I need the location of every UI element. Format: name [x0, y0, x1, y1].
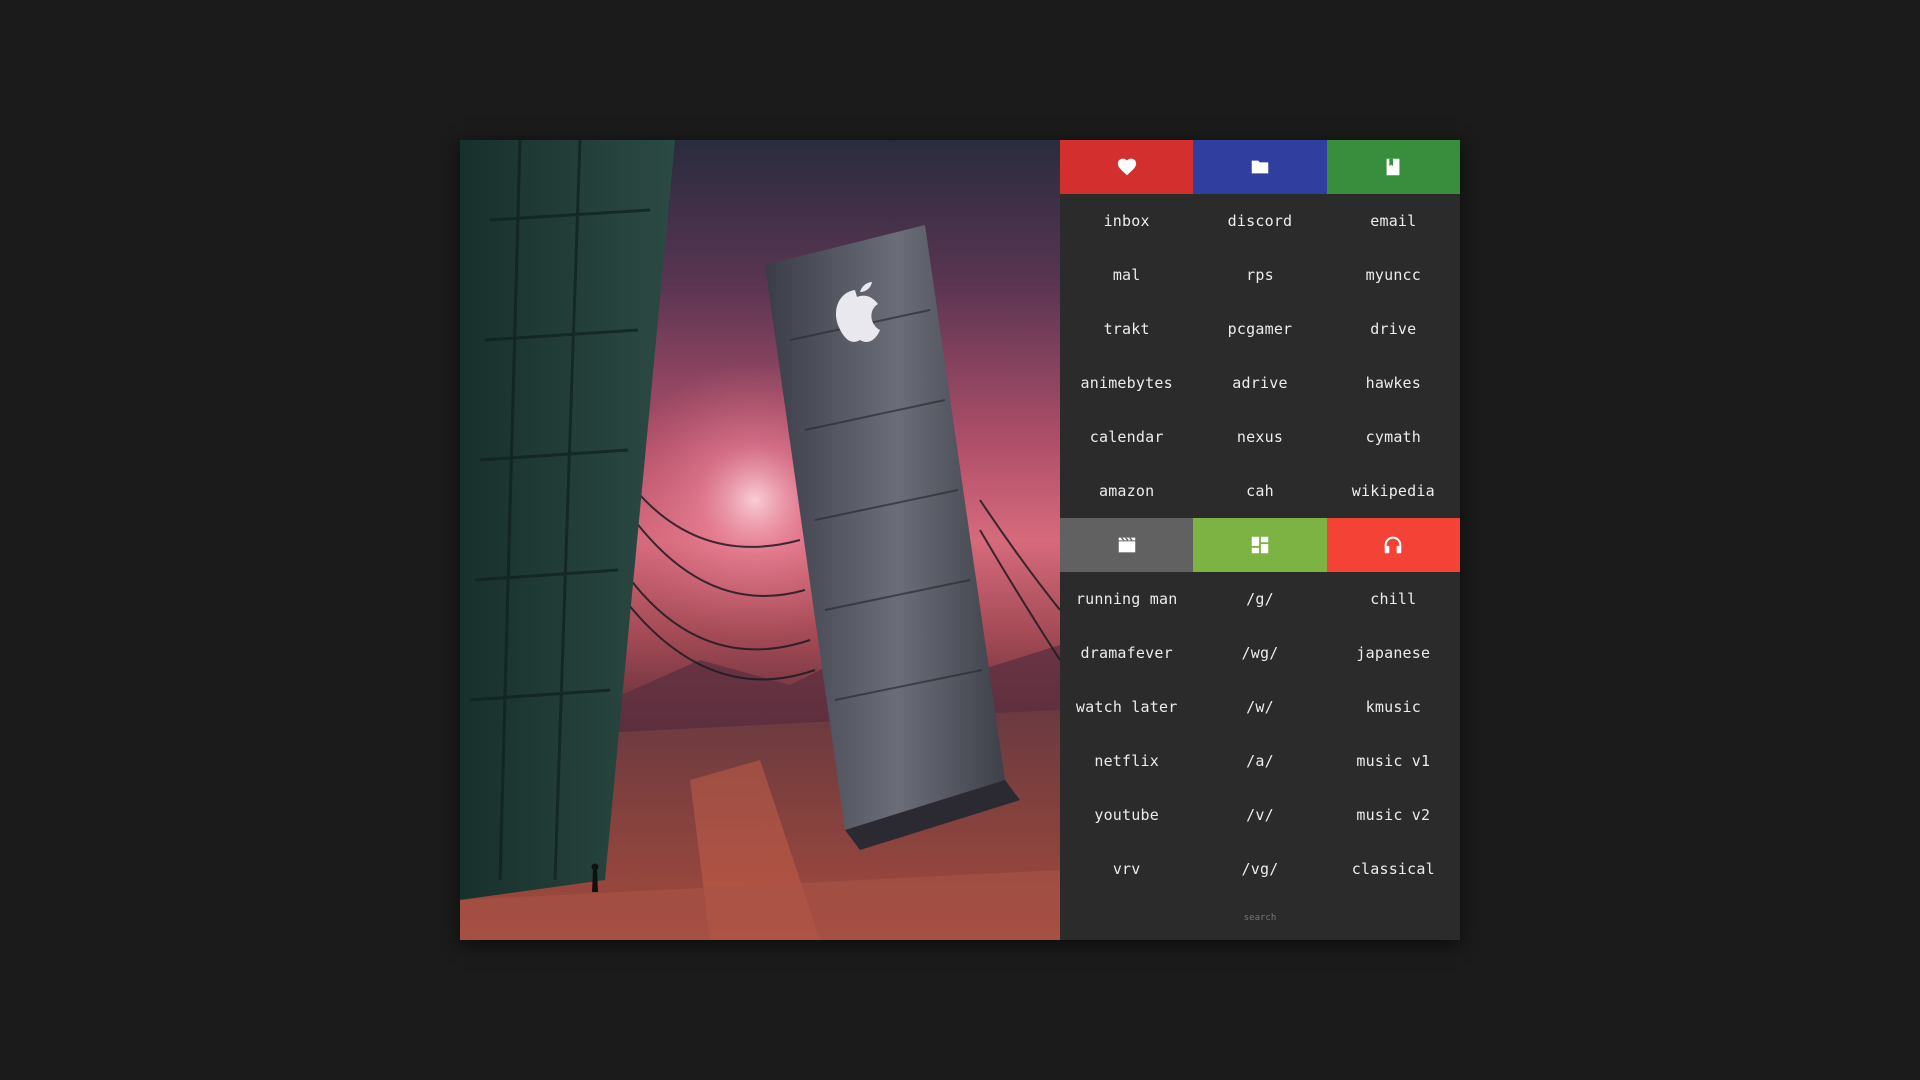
link-rps[interactable]: rps [1193, 248, 1326, 302]
wallpaper-image [460, 140, 1060, 940]
section-1-links: inbox discord email mal rps myuncc trakt… [1060, 194, 1460, 518]
link-drive[interactable]: drive [1327, 302, 1460, 356]
link-mal[interactable]: mal [1060, 248, 1193, 302]
link-inbox[interactable]: inbox [1060, 194, 1193, 248]
bookmarks-tab[interactable] [1326, 140, 1460, 194]
link-vrv[interactable]: vrv [1060, 842, 1193, 896]
link-v[interactable]: /v/ [1193, 788, 1326, 842]
link-wikipedia[interactable]: wikipedia [1327, 464, 1460, 518]
favorites-tab[interactable] [1060, 140, 1194, 194]
dashboard-icon [1251, 536, 1269, 554]
search-area [1060, 896, 1460, 940]
link-wg[interactable]: /wg/ [1193, 626, 1326, 680]
link-running-man[interactable]: running man [1060, 572, 1193, 626]
folders-tab[interactable] [1193, 140, 1327, 194]
link-netflix[interactable]: netflix [1060, 734, 1193, 788]
link-g[interactable]: /g/ [1193, 572, 1326, 626]
link-cymath[interactable]: cymath [1327, 410, 1460, 464]
link-discord[interactable]: discord [1193, 194, 1326, 248]
link-calendar[interactable]: calendar [1060, 410, 1193, 464]
link-chill[interactable]: chill [1327, 572, 1460, 626]
links-panel: inbox discord email mal rps myuncc trakt… [1060, 140, 1460, 940]
link-hawkes[interactable]: hawkes [1327, 356, 1460, 410]
section-2-links: running man /g/ chill dramafever /wg/ ja… [1060, 572, 1460, 896]
link-animebytes[interactable]: animebytes [1060, 356, 1193, 410]
folder-icon [1251, 160, 1269, 174]
wallpaper-illustration [460, 140, 1060, 940]
link-youtube[interactable]: youtube [1060, 788, 1193, 842]
section-2-header [1060, 518, 1460, 572]
link-dramafever[interactable]: dramafever [1060, 626, 1193, 680]
link-watch-later[interactable]: watch later [1060, 680, 1193, 734]
link-myuncc[interactable]: myuncc [1327, 248, 1460, 302]
link-amazon[interactable]: amazon [1060, 464, 1193, 518]
link-music-v2[interactable]: music v2 [1327, 788, 1460, 842]
link-music-v1[interactable]: music v1 [1327, 734, 1460, 788]
link-classical[interactable]: classical [1327, 842, 1460, 896]
link-nexus[interactable]: nexus [1193, 410, 1326, 464]
clapperboard-icon [1118, 537, 1135, 553]
link-a[interactable]: /a/ [1193, 734, 1326, 788]
link-kmusic[interactable]: kmusic [1327, 680, 1460, 734]
startpage-card: inbox discord email mal rps myuncc trakt… [460, 140, 1460, 940]
link-w[interactable]: /w/ [1193, 680, 1326, 734]
section-1-header [1060, 140, 1460, 194]
link-trakt[interactable]: trakt [1060, 302, 1193, 356]
music-tab[interactable] [1326, 518, 1460, 572]
heart-icon [1117, 158, 1136, 176]
link-japanese[interactable]: japanese [1327, 626, 1460, 680]
link-pcgamer[interactable]: pcgamer [1193, 302, 1326, 356]
search-input[interactable] [1108, 912, 1412, 924]
boards-tab[interactable] [1193, 518, 1327, 572]
link-vg[interactable]: /vg/ [1193, 842, 1326, 896]
bookmark-icon [1386, 158, 1400, 176]
link-email[interactable]: email [1327, 194, 1460, 248]
link-cah[interactable]: cah [1193, 464, 1326, 518]
video-tab[interactable] [1060, 518, 1194, 572]
link-adrive[interactable]: adrive [1193, 356, 1326, 410]
headphones-icon [1384, 536, 1402, 554]
